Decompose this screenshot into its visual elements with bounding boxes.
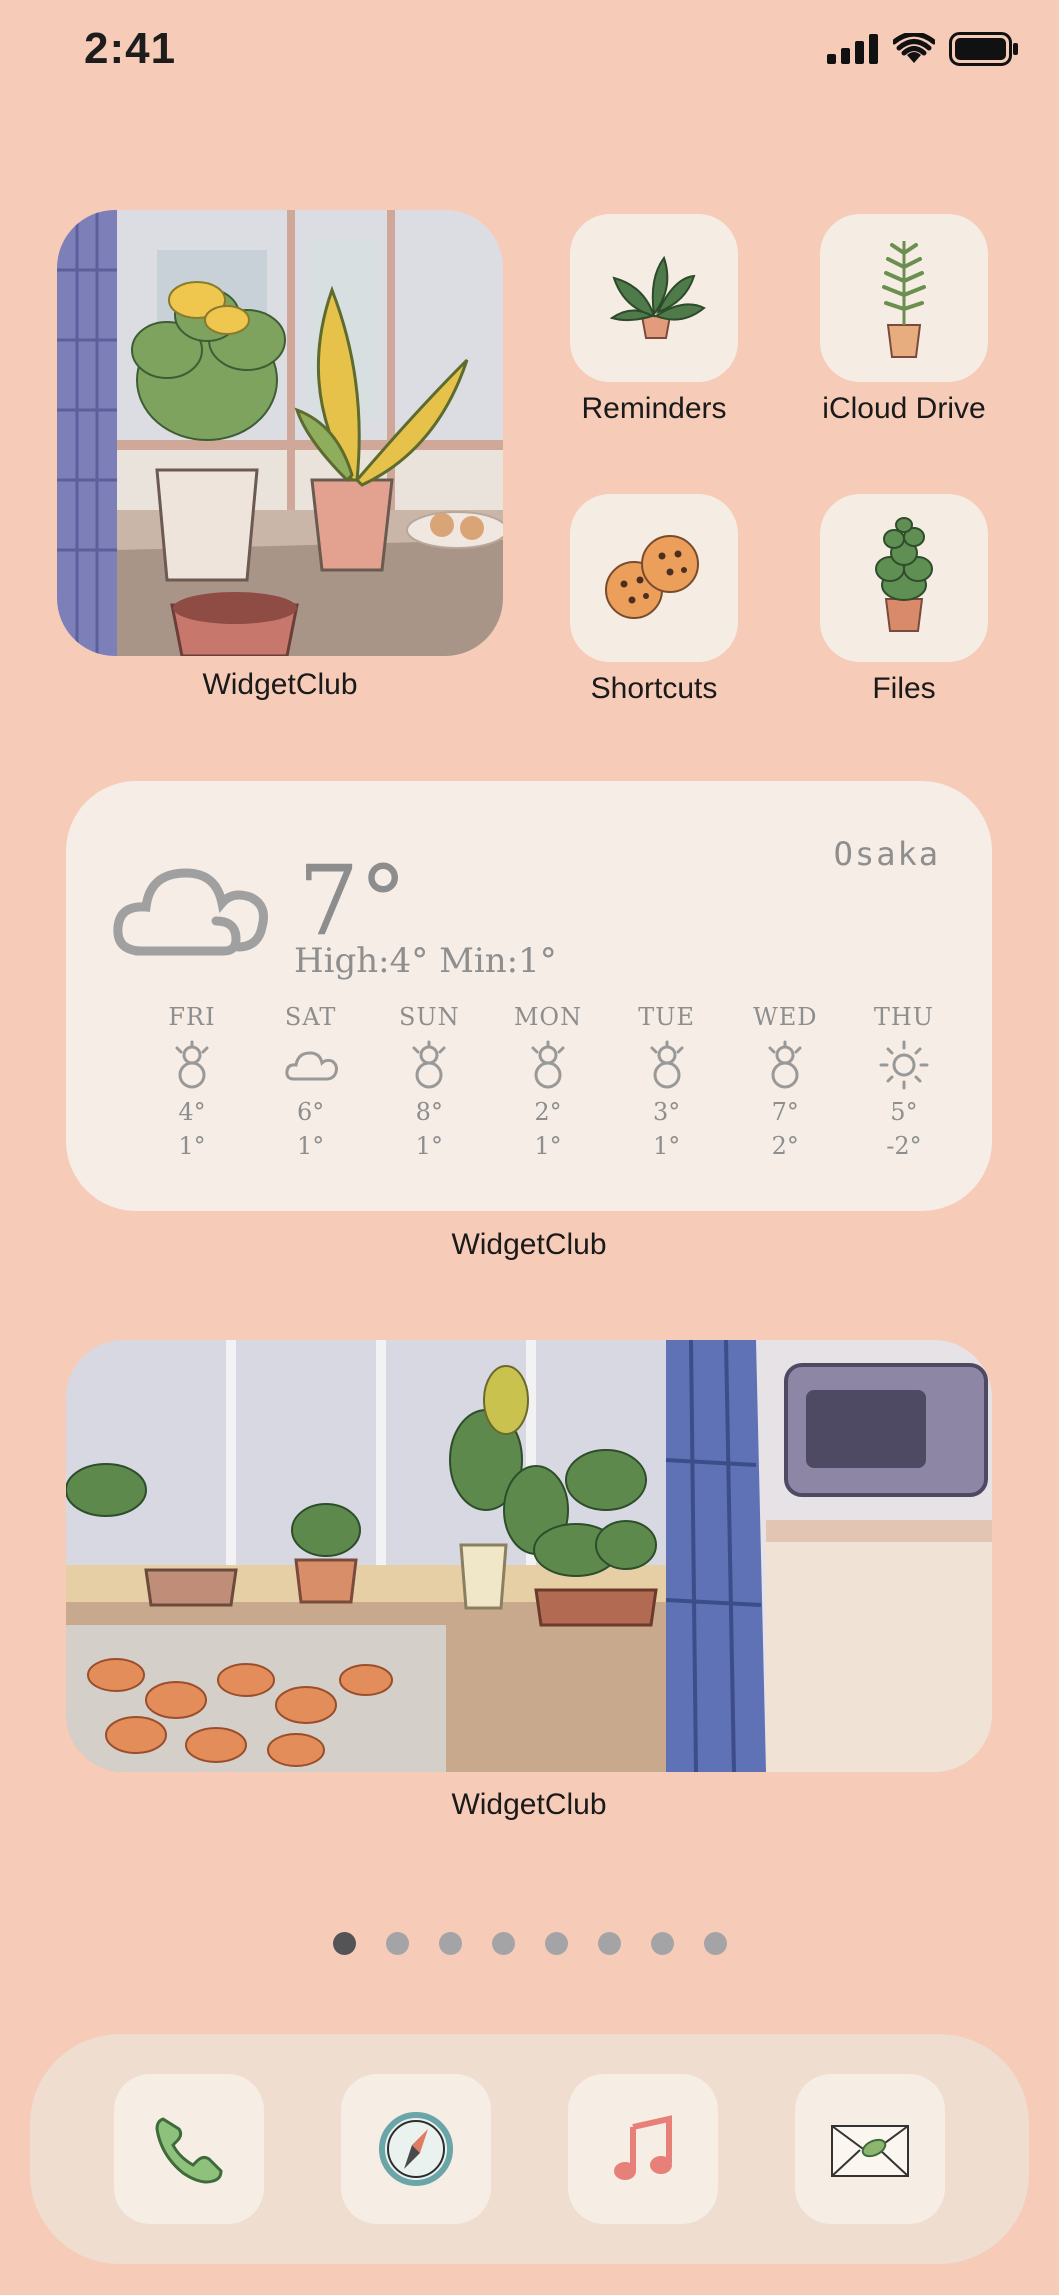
forecast-day: MON 2° 1°	[498, 1003, 598, 1163]
forecast-day: FRI 4° 1°	[142, 1003, 242, 1163]
forecast-day-name: MON	[513, 1003, 583, 1031]
mail-icon	[831, 2125, 909, 2177]
cookies-icon	[605, 535, 699, 619]
page-dot-4[interactable]	[491, 1932, 515, 1955]
app-label-shortcuts: Shortcuts	[590, 672, 718, 705]
forecast-day-name: TUE	[638, 1003, 695, 1031]
page-dot-8[interactable]	[703, 1932, 727, 1955]
app-label-reminders: Reminders	[581, 392, 727, 425]
succulent-icon	[875, 517, 933, 632]
plant-icon	[609, 255, 706, 339]
page-dot-3[interactable]	[438, 1932, 462, 1955]
photo-widget-small-label: WidgetClub	[202, 668, 358, 701]
forecast-day-name: FRI	[168, 1003, 216, 1031]
forecast-day: WED 7° 2°	[735, 1003, 835, 1163]
forecast-day: THU 5° -2°	[854, 1003, 954, 1163]
forecast-low: 1°	[178, 1132, 206, 1160]
forecast-high: 5°	[890, 1098, 918, 1126]
app-reminders[interactable]	[570, 214, 738, 382]
forecast-high: 7°	[771, 1098, 799, 1126]
weather-widget-label: WidgetClub	[451, 1228, 607, 1261]
forecast-low: 2°	[771, 1132, 799, 1160]
weather-widget[interactable]: 7° Osaka High:4° Min:1° FRI 4° 1° SAT 6°…	[66, 781, 992, 1211]
app-label-files: Files	[872, 672, 936, 705]
wifi-icon	[893, 33, 935, 63]
weather-city: Osaka	[833, 835, 940, 873]
phone-icon	[155, 2117, 223, 2184]
forecast-low: -2°	[886, 1132, 922, 1160]
page-dot-5[interactable]	[544, 1932, 568, 1955]
photo-widget-wide[interactable]	[66, 1340, 992, 1772]
forecast-high: 3°	[652, 1098, 681, 1126]
photo-widget-small[interactable]	[57, 210, 503, 656]
page-dot-2[interactable]	[385, 1932, 409, 1955]
weather-high-low: High:4° Min:1°	[294, 941, 557, 981]
forecast-day-name: THU	[873, 1003, 935, 1031]
forecast-day-name: SAT	[284, 1003, 337, 1031]
forecast-high: 6°	[297, 1098, 325, 1126]
forecast-day: SAT 6° 1°	[261, 1003, 361, 1163]
forecast-day: TUE 3° 1°	[617, 1003, 717, 1163]
forecast-day: SUN 8° 1°	[379, 1003, 479, 1163]
app-shortcuts[interactable]	[570, 494, 738, 662]
forecast-high: 8°	[415, 1098, 443, 1126]
cloud-icon	[285, 1051, 338, 1081]
forecast-day-name: SUN	[398, 1003, 460, 1031]
compass-icon	[379, 2112, 453, 2186]
cloud-icon	[113, 868, 268, 956]
forecast-day-name: WED	[753, 1003, 818, 1031]
kitchen-window-illustration	[66, 1340, 992, 1772]
page-indicator[interactable]	[0, 1932, 1059, 1955]
forecast-low: 1°	[652, 1132, 681, 1160]
forecast-high: 2°	[534, 1098, 562, 1126]
forecast-low: 1°	[297, 1132, 325, 1160]
status-icons	[827, 32, 1019, 66]
dock-phone[interactable]	[114, 2074, 264, 2224]
dock-safari[interactable]	[341, 2074, 491, 2224]
snowman-icon	[650, 1040, 684, 1089]
snowman-icon	[175, 1040, 209, 1089]
battery-icon	[949, 32, 1018, 66]
music-note-icon	[614, 2115, 672, 2180]
app-label-icloud-drive: iCloud Drive	[822, 392, 986, 425]
plants-window-illustration	[57, 210, 503, 656]
photo-widget-wide-label: WidgetClub	[451, 1788, 607, 1821]
snowman-icon	[768, 1040, 802, 1089]
weather-forecast: FRI 4° 1° SAT 6° 1° SUN 8° 1° MON 2° 1° …	[142, 1003, 954, 1163]
page-dot-6[interactable]	[597, 1932, 621, 1955]
dock-music[interactable]	[568, 2074, 718, 2224]
forecast-low: 1°	[534, 1132, 562, 1160]
page-dot-7[interactable]	[650, 1932, 674, 1955]
app-files[interactable]	[820, 494, 988, 662]
snowman-icon	[412, 1040, 446, 1089]
fern-icon	[882, 241, 926, 358]
dock-mail[interactable]	[795, 2074, 945, 2224]
cellular-signal-icon	[827, 34, 878, 64]
app-icloud-drive[interactable]	[820, 214, 988, 382]
sun-icon	[879, 1040, 929, 1090]
snowman-icon	[531, 1040, 565, 1089]
dock	[30, 2034, 1029, 2264]
forecast-low: 1°	[415, 1132, 443, 1160]
page-dot-1[interactable]	[332, 1932, 356, 1955]
forecast-high: 4°	[178, 1098, 206, 1126]
status-time: 2:41	[84, 24, 177, 73]
